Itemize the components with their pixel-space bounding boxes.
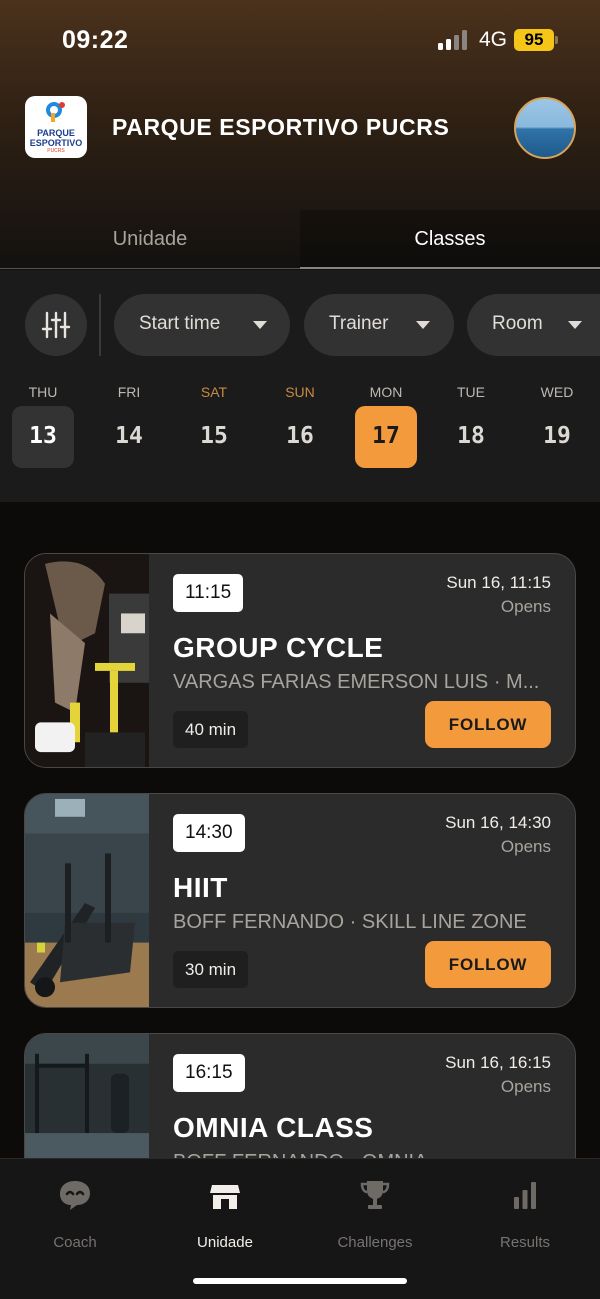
class-card[interactable]: 14:30 Sun 16, 14:30 Opens HIIT BOFF FERN… (24, 793, 576, 1008)
nav-label: Unidade (197, 1234, 253, 1251)
class-start-time: 14:30 (173, 814, 245, 852)
coach-icon (60, 1181, 90, 1210)
battery-level: 95 (514, 29, 554, 51)
day-number: 13 (12, 406, 74, 468)
chevron-down-icon (416, 321, 430, 329)
class-name: HIIT (173, 872, 228, 903)
trainer-label: Trainer (329, 313, 389, 334)
filter-divider (99, 294, 101, 356)
class-status: Opens (500, 837, 551, 856)
day-of-week: MON (369, 384, 403, 400)
class-start-time: 11:15 (173, 574, 244, 612)
follow-button[interactable]: FOLLOW (425, 941, 551, 988)
status-time: 09:22 (62, 26, 129, 54)
trainer-filter[interactable]: Trainer (304, 294, 454, 356)
day-mon[interactable]: MON 17 (355, 382, 417, 468)
chevron-down-icon (253, 321, 267, 329)
day-number: 16 (286, 423, 314, 449)
day-of-week: SAT (200, 384, 228, 400)
home-indicator[interactable] (193, 1278, 407, 1284)
follow-button[interactable]: FOLLOW (425, 701, 551, 748)
start-time-filter[interactable]: Start time (114, 294, 290, 356)
nav-unidade[interactable]: Unidade (150, 1177, 300, 1251)
class-trainer-room: VARGAS FARIAS EMERSON LUIS · M... (173, 671, 540, 693)
class-status: Opens (500, 597, 551, 616)
class-start-time: 16:15 (173, 1054, 245, 1092)
page-title: PARQUE ESPORTIVO PUCRS (112, 114, 450, 140)
chevron-down-icon (568, 321, 582, 329)
store-icon (210, 1185, 240, 1209)
day-sun[interactable]: SUN 16 (269, 382, 331, 468)
class-status: Opens (500, 1077, 551, 1096)
day-of-week: SUN (285, 384, 315, 400)
day-number: 15 (200, 423, 228, 449)
class-datetime: Sun 16, 14:30 (445, 813, 551, 832)
start-time-label: Start time (139, 313, 221, 334)
nav-label: Results (499, 1234, 551, 1251)
avatar[interactable] (514, 97, 576, 159)
class-duration: 30 min (173, 951, 249, 988)
battery-icon: 95 (514, 29, 558, 51)
logo-text-line2: ESPORTIVO (29, 138, 83, 148)
class-duration: 40 min (173, 711, 249, 748)
day-thu[interactable]: THU 13 (12, 382, 74, 468)
day-fri[interactable]: FRI 14 (98, 382, 160, 468)
class-card[interactable]: 11:15 Sun 16, 11:15 Opens GROUP CYCLE VA… (24, 553, 576, 768)
app-header: PARQUE ESPORTIVO PUCRS PARQUE ESPORTIVO … (0, 96, 600, 160)
day-of-week: TUE (457, 384, 485, 400)
sliders-icon (41, 311, 71, 339)
day-number: 18 (457, 423, 485, 449)
nav-challenges[interactable]: Challenges (300, 1177, 450, 1251)
room-label: Room (492, 313, 543, 334)
class-photo-cycle (25, 554, 149, 767)
logo-mark-icon (46, 102, 65, 122)
bar-chart-icon (514, 1182, 536, 1209)
logo-text-line3: PUCRS (47, 148, 65, 154)
day-of-week: FRI (117, 384, 141, 400)
nav-label: Coach (53, 1234, 97, 1251)
tab-unidade[interactable]: Unidade (0, 210, 300, 269)
signal-icon (438, 30, 470, 50)
nav-label: Challenges (337, 1234, 413, 1251)
day-number: 17 (355, 406, 417, 468)
day-sat[interactable]: SAT 15 (183, 382, 245, 468)
tab-bar: Unidade Classes (0, 210, 600, 270)
logo-text-line1: PARQUE (37, 128, 75, 138)
app-logo[interactable]: PARQUE ESPORTIVO PUCRS (25, 96, 87, 158)
class-name: OMNIA CLASS (173, 1112, 374, 1143)
day-tue[interactable]: TUE 18 (440, 382, 502, 468)
day-of-week: WED (540, 384, 574, 400)
class-datetime: Sun 16, 11:15 (446, 573, 551, 592)
nav-results[interactable]: Results (450, 1177, 600, 1251)
class-name: GROUP CYCLE (173, 632, 384, 663)
nav-coach[interactable]: Coach (0, 1177, 150, 1251)
day-wed[interactable]: WED 19 (526, 382, 588, 468)
class-photo-hiit (25, 794, 149, 1007)
class-trainer-room: BOFF FERNANDO · SKILL LINE ZONE (173, 911, 527, 933)
day-of-week: THU (28, 384, 58, 400)
network-type: 4G (479, 28, 508, 51)
day-number: 14 (115, 423, 143, 449)
room-filter[interactable]: Room (467, 294, 600, 356)
day-number: 19 (543, 423, 571, 449)
tab-classes[interactable]: Classes (300, 210, 600, 269)
status-bar: 09:22 4G 95 (0, 0, 600, 80)
trophy-icon (360, 1181, 390, 1209)
class-datetime: Sun 16, 16:15 (445, 1053, 551, 1072)
tab-active-indicator (300, 267, 600, 269)
filter-settings-button[interactable] (25, 294, 87, 356)
